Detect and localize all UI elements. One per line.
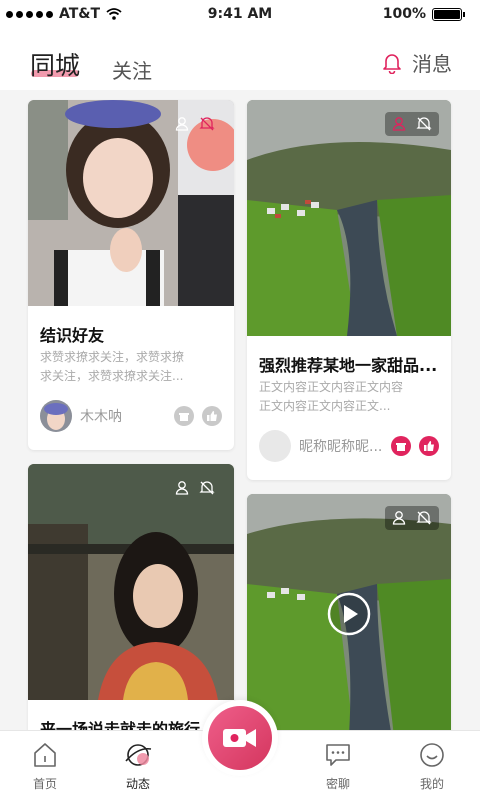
battery-percent: 100% bbox=[382, 6, 426, 22]
planet-icon bbox=[125, 744, 152, 766]
post-desc: 正文内容正文内容正文内容 正文内容正文内容正文... bbox=[259, 380, 404, 413]
thumb-up-icon bbox=[424, 441, 434, 451]
user-icon bbox=[175, 117, 189, 131]
gift-button[interactable] bbox=[391, 436, 411, 456]
post-image bbox=[28, 100, 234, 306]
chat-icon bbox=[326, 744, 350, 766]
tab-follow[interactable]: 关注 bbox=[112, 55, 152, 84]
tab-me[interactable]: 我的 bbox=[402, 741, 462, 792]
post-tags bbox=[168, 476, 222, 500]
messages-label: 消息 bbox=[412, 52, 452, 76]
battery-icon bbox=[432, 7, 465, 21]
mute-icon bbox=[199, 481, 215, 495]
post-tags bbox=[385, 112, 439, 136]
author-name: 昵称昵称昵... bbox=[299, 439, 383, 455]
post-image bbox=[28, 464, 234, 700]
bell-icon bbox=[383, 53, 401, 74]
post-title: 来一场说走就走的旅行 bbox=[40, 720, 201, 730]
tab-moments[interactable]: 动态 bbox=[108, 741, 168, 792]
post-image bbox=[247, 100, 451, 336]
smile-icon bbox=[420, 743, 444, 767]
thumb-up-icon bbox=[207, 411, 217, 421]
post-video[interactable] bbox=[247, 494, 451, 730]
record-button[interactable] bbox=[208, 706, 272, 770]
record-button-wrap bbox=[202, 700, 278, 776]
user-icon bbox=[392, 117, 406, 131]
status-bar: AT&T 9:41 AM 100% bbox=[0, 0, 480, 30]
tab-home[interactable]: 首页 bbox=[15, 741, 75, 792]
post-card[interactable]: 来一场说走就走的旅行 bbox=[28, 464, 234, 730]
home-icon bbox=[34, 743, 56, 767]
post-title: 结识好友 bbox=[40, 326, 105, 345]
feed[interactable]: 结识好友 求赞求撩求关注，求赞求撩 求关注，求赞求撩求关注... 木木呐 来一场… bbox=[0, 90, 480, 730]
post-title: 强烈推荐某地一家甜品... bbox=[259, 356, 438, 375]
mute-icon bbox=[416, 117, 432, 131]
avatar bbox=[40, 400, 72, 432]
post-card[interactable]: 结识好友 求赞求撩求关注，求赞求撩 求关注，求赞求撩求关注... 木木呐 bbox=[28, 100, 234, 450]
post-author[interactable]: 木木呐 bbox=[40, 400, 122, 432]
gift-icon bbox=[396, 443, 406, 451]
like-button[interactable] bbox=[419, 436, 439, 456]
play-icon[interactable] bbox=[327, 592, 371, 636]
post-author[interactable]: 昵称昵称昵... bbox=[259, 430, 382, 462]
gift-button[interactable] bbox=[174, 406, 194, 426]
mute-icon bbox=[416, 511, 432, 525]
like-button[interactable] bbox=[202, 406, 222, 426]
gift-icon bbox=[179, 413, 189, 421]
mute-icon bbox=[199, 117, 215, 131]
tab-city[interactable]: 同城 bbox=[30, 46, 80, 82]
avatar bbox=[259, 430, 291, 462]
post-tags bbox=[385, 506, 439, 530]
post-card[interactable] bbox=[247, 494, 451, 730]
post-card[interactable]: 强烈推荐某地一家甜品... 正文内容正文内容正文内容 正文内容正文内容正文...… bbox=[247, 100, 451, 480]
header: 同城 关注 消息 bbox=[0, 30, 480, 90]
author-name: 木木呐 bbox=[80, 409, 122, 425]
user-icon bbox=[175, 481, 189, 495]
post-tags bbox=[168, 112, 222, 136]
camera-icon bbox=[223, 729, 256, 747]
tab-chat[interactable]: 密聊 bbox=[308, 741, 368, 792]
user-icon bbox=[392, 511, 406, 525]
post-desc: 求赞求撩求关注，求赞求撩 求关注，求赞求撩求关注... bbox=[40, 350, 185, 383]
messages-button[interactable]: 消息 bbox=[382, 48, 452, 77]
